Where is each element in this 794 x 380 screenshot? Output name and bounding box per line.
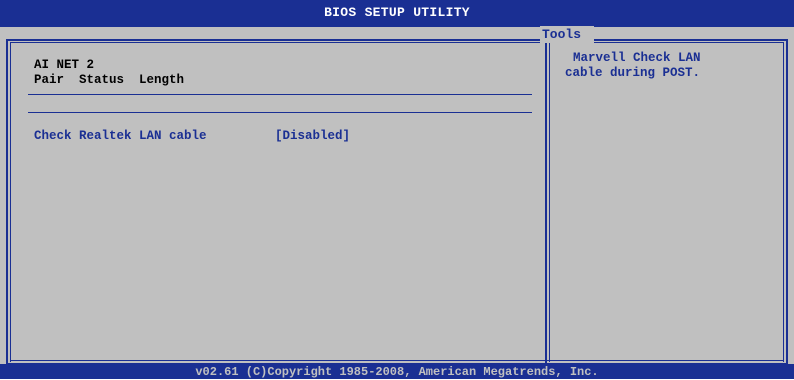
copyright-text: v02.61 (C)Copyright 1985-2008, American … [195,365,599,379]
header-divider-bottom [28,112,532,113]
section-title: AI NET 2 [34,58,95,72]
title-bar: BIOS SETUP UTILITY [0,0,794,27]
window-title: BIOS SETUP UTILITY [324,5,470,20]
columns-header: Pair Status Length [34,73,185,87]
tab-tools[interactable]: Tools [540,26,594,43]
setting-label: Check Realtek LAN cable [34,129,207,143]
status-bar: v02.61 (C)Copyright 1985-2008, American … [0,364,794,379]
header-divider-top [28,94,532,95]
setting-value[interactable]: [Disabled] [275,129,350,143]
help-text-line-1: Marvell Check LAN [573,51,701,65]
bios-screen: BIOS SETUP UTILITY Tools AI NET 2 Pair S… [0,0,794,379]
help-text-line-2: cable during POST. [565,66,701,80]
